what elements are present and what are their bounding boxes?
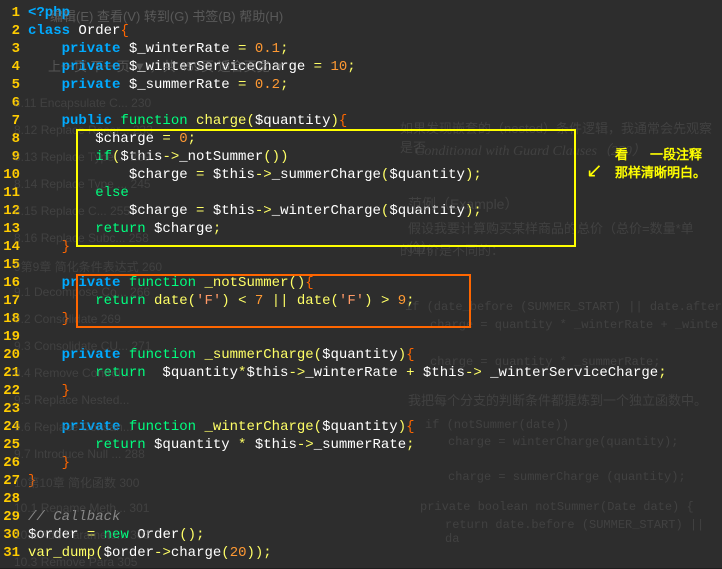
ghost-text: if (notSummer(date)): [425, 418, 569, 432]
ghost-toc-item: 9.5 Replace Nested...: [14, 393, 129, 407]
ghost-text: charge = quantity * _summerRate;: [430, 355, 660, 369]
ghost-page-bar: 上一页 下一页 ▼ ，共 459页 适合页宽 ▼: [48, 56, 286, 75]
ghost-toc-item: 9.7 Introduce Null ... 288: [14, 447, 145, 461]
ghost-text: return date.before (SUMMER_START) || da: [445, 518, 722, 546]
ghost-menu-bar: 编辑(E) 查看(V) 转到(G) 书签(B) 帮助(H): [50, 6, 283, 25]
ghost-text: if (date_before (SUMMER_START) || date.a…: [405, 300, 722, 314]
code-content: class Order{: [28, 23, 722, 39]
ghost-text: charge = winterCharge(quantity);: [448, 435, 678, 449]
line-number: 2: [0, 23, 28, 39]
ghost-text: 我把每个分支的判断条件都提炼到一个独立函数中。: [408, 390, 707, 409]
code-content: $charge = $this->_winterCharge($quantity…: [28, 203, 722, 219]
ghost-text: Conditional with Guard Clauses（250）: [415, 140, 646, 160]
ghost-text: 范例（Example）: [408, 194, 518, 214]
ghost-toc-item: 10.3 Remove Para 305: [14, 555, 137, 569]
ghost-toc-item: 8.15 Replace C... 255: [14, 204, 130, 218]
ghost-toc-item: 10第10章 简化函数 300: [14, 474, 139, 491]
ghost-toc-item: 8.12 Replace Recor... 233: [14, 123, 153, 137]
ghost-toc-item: 9.1 Decompose Co... 266: [14, 285, 150, 299]
ghost-toc-item: 9.2 Consolidate 269: [14, 312, 121, 326]
ghost-toc-item: 8.14 Replace Type ... 245: [14, 177, 151, 191]
annotation-arrow-icon: ↙: [586, 158, 603, 184]
line-number: 4: [0, 59, 28, 75]
annotation-text-2: 那样清晰明白。: [615, 162, 706, 181]
code-content: private $_summerRate = 0.2;: [28, 77, 722, 93]
line-number: 3: [0, 41, 28, 57]
ghost-toc-item: 9.6 Replace Consan...: [14, 420, 133, 434]
annotation-text-1: 看: [615, 144, 628, 163]
code-line[interactable]: 5 private $_summerRate = 0.2;: [0, 76, 722, 94]
annotation-text-1b: 一段注释: [650, 144, 702, 163]
ghost-text: private boolean notSummer(Date date) {: [420, 500, 694, 514]
ghost-toc-item: 10.1 Rename Meth... 301: [14, 501, 149, 515]
code-content: private $_winterRate = 0.1;: [28, 41, 722, 57]
ghost-toc-item: 10.2 Add Paramete... 303: [14, 528, 150, 542]
line-number: 5: [0, 77, 28, 93]
ghost-text: charge = summerCharge (quantity);: [448, 470, 686, 484]
ghost-toc-item: 8.13 Replace Type ... 239: [14, 150, 151, 164]
ghost-toc-item: 9第9章 简化条件表达式 260: [14, 258, 162, 275]
ghost-text: charge = quantity * _winterRate + _winte: [430, 318, 718, 332]
line-number: 1: [0, 5, 28, 21]
ghost-toc-item: 9.4 Remove Control...: [14, 366, 131, 380]
ghost-toc-item: 9.3 Consolidate CU... 271: [14, 339, 151, 353]
ghost-text: 的单价是不同的：: [400, 240, 504, 259]
ghost-toc-item: 8.11 Encapsulate C... 230: [14, 96, 151, 110]
ghost-toc-item: 8.16 Replace Subc... 258: [14, 231, 149, 245]
